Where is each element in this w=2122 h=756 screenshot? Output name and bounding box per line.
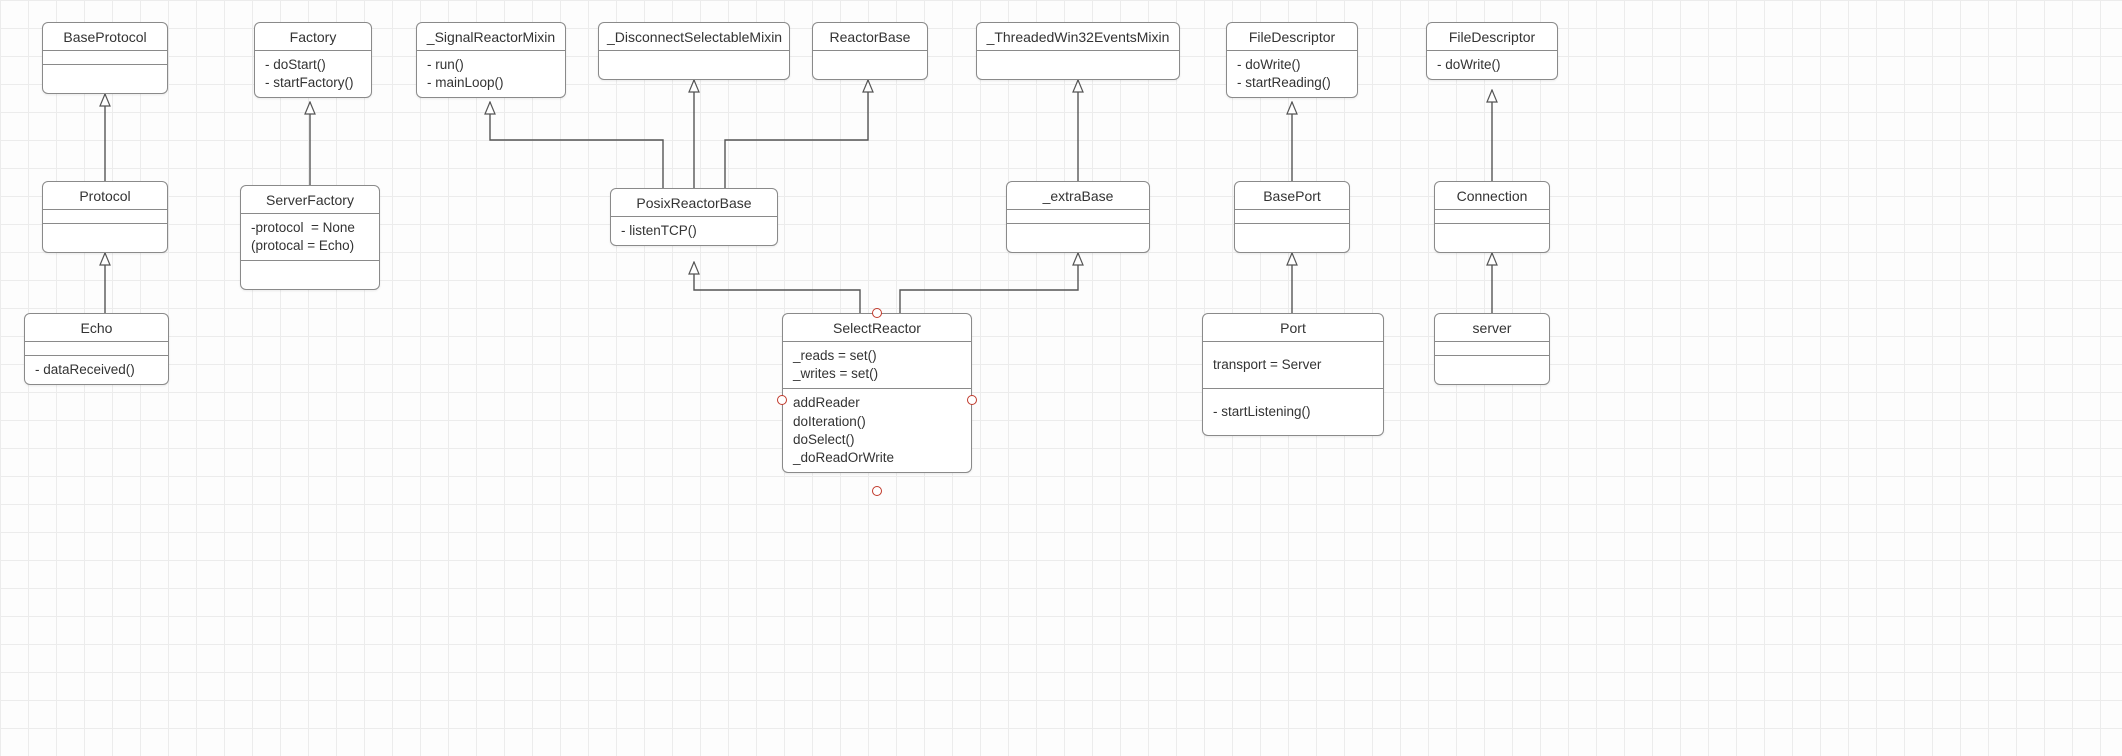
class-threadedwin32eventsmixin[interactable]: _ThreadedWin32EventsMixin <box>976 22 1180 80</box>
class-title: ServerFactory <box>241 186 379 214</box>
op: - run() <box>427 56 555 74</box>
class-posixreactorbase[interactable]: PosixReactorBase - listenTCP() <box>610 188 778 246</box>
class-title: server <box>1435 314 1549 342</box>
op: - mainLoop() <box>427 74 555 92</box>
class-attrs <box>1435 210 1549 224</box>
class-ops: - run() - mainLoop() <box>417 51 565 97</box>
class-attrs <box>43 51 167 65</box>
class-baseport[interactable]: BasePort <box>1234 181 1350 253</box>
class-title: FileDescriptor <box>1227 23 1357 51</box>
op: addReader <box>793 394 961 412</box>
diagram-canvas: BaseProtocol Protocol Echo - dataReceive… <box>0 0 2122 756</box>
attr: _reads = set() <box>793 347 961 365</box>
class-title: Echo <box>25 314 168 342</box>
class-ops <box>1007 224 1149 238</box>
op: doSelect() <box>793 431 961 449</box>
class-echo[interactable]: Echo - dataReceived() <box>24 313 169 385</box>
op: - doStart() <box>265 56 361 74</box>
class-serverfactory[interactable]: ServerFactory -protocol = None (protocal… <box>240 185 380 290</box>
attr: (protocal = Echo) <box>251 237 369 255</box>
class-ops: addReader doIteration() doSelect() _doRe… <box>783 389 971 472</box>
class-ops: - dataReceived() <box>25 356 168 384</box>
class-title: _SignalReactorMixin <box>417 23 565 51</box>
class-ops <box>43 224 167 238</box>
class-ops <box>977 51 1179 65</box>
class-ops <box>241 261 379 289</box>
class-title: ReactorBase <box>813 23 927 51</box>
class-attrs: -protocol = None (protocal = Echo) <box>241 214 379 261</box>
op: - doWrite() <box>1237 56 1347 74</box>
class-filedescriptor-1[interactable]: FileDescriptor - doWrite() - startReadin… <box>1226 22 1358 98</box>
class-ops <box>1435 356 1549 370</box>
class-title: _DisconnectSelectableMixin <box>599 23 789 51</box>
class-title: BasePort <box>1235 182 1349 210</box>
class-ops: - doWrite() <box>1427 51 1557 79</box>
class-attrs: transport = Server <box>1203 342 1383 389</box>
class-ops <box>43 65 167 79</box>
op: doIteration() <box>793 413 961 431</box>
class-attrs: _reads = set() _writes = set() <box>783 342 971 389</box>
class-ops: - listenTCP() <box>611 217 777 245</box>
class-ops: - doWrite() - startReading() <box>1227 51 1357 97</box>
class-attrs <box>25 342 168 356</box>
class-title: _ThreadedWin32EventsMixin <box>977 23 1179 51</box>
class-selectreactor[interactable]: SelectReactor _reads = set() _writes = s… <box>782 313 972 473</box>
class-ops <box>1435 224 1549 238</box>
op: - dataReceived() <box>35 361 158 379</box>
class-extrabase[interactable]: _extraBase <box>1006 181 1150 253</box>
class-title: Protocol <box>43 182 167 210</box>
class-ops: - startListening() <box>1203 389 1383 435</box>
attr: transport = Server <box>1213 356 1373 374</box>
class-ops <box>1235 224 1349 238</box>
op: _doReadOrWrite <box>793 449 961 467</box>
op: - startListening() <box>1213 403 1373 421</box>
op: - startReading() <box>1237 74 1347 92</box>
class-attrs <box>1235 210 1349 224</box>
class-factory[interactable]: Factory - doStart() - startFactory() <box>254 22 372 98</box>
op: - listenTCP() <box>621 222 767 240</box>
class-attrs <box>43 210 167 224</box>
op: - startFactory() <box>265 74 361 92</box>
class-title: Connection <box>1435 182 1549 210</box>
attr: _writes = set() <box>793 365 961 383</box>
attr: -protocol = None <box>251 219 369 237</box>
class-attrs <box>1435 342 1549 356</box>
class-baseprotocol[interactable]: BaseProtocol <box>42 22 168 94</box>
class-title: SelectReactor <box>783 314 971 342</box>
class-signalreactormixin[interactable]: _SignalReactorMixin - run() - mainLoop() <box>416 22 566 98</box>
port-marker <box>872 486 882 496</box>
class-title: _extraBase <box>1007 182 1149 210</box>
class-title: FileDescriptor <box>1427 23 1557 51</box>
class-title: PosixReactorBase <box>611 189 777 217</box>
class-filedescriptor-2[interactable]: FileDescriptor - doWrite() <box>1426 22 1558 80</box>
op: - doWrite() <box>1437 56 1547 74</box>
class-port[interactable]: Port transport = Server - startListening… <box>1202 313 1384 436</box>
class-reactorbase[interactable]: ReactorBase <box>812 22 928 80</box>
class-title: Factory <box>255 23 371 51</box>
class-protocol[interactable]: Protocol <box>42 181 168 253</box>
class-attrs <box>1007 210 1149 224</box>
class-title: BaseProtocol <box>43 23 167 51</box>
edges-layer <box>0 0 2122 756</box>
class-disconnectselectablemixin[interactable]: _DisconnectSelectableMixin <box>598 22 790 80</box>
class-server[interactable]: server <box>1434 313 1550 385</box>
class-ops <box>813 51 927 65</box>
class-title: Port <box>1203 314 1383 342</box>
class-connection[interactable]: Connection <box>1434 181 1550 253</box>
class-ops: - doStart() - startFactory() <box>255 51 371 97</box>
class-ops <box>599 51 789 65</box>
